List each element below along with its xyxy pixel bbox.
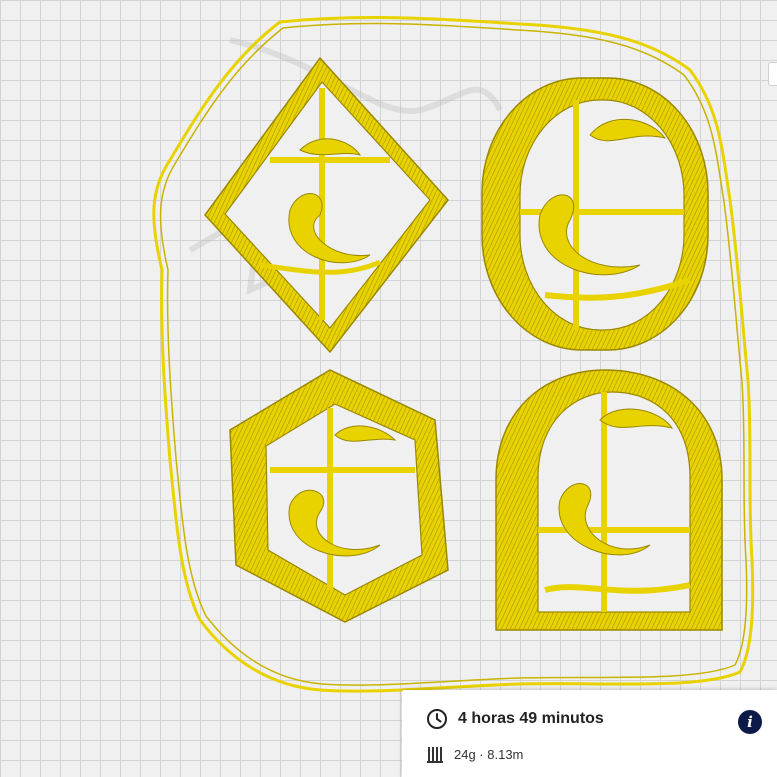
print-preview-scene <box>152 16 755 693</box>
oval-cutter[interactable] <box>481 77 709 351</box>
material-usage: 24g · 8.13m <box>454 746 524 762</box>
arch-cutter[interactable] <box>495 369 723 631</box>
hexagon-cutter[interactable] <box>229 369 449 623</box>
material-row: 24g · 8.13m <box>426 744 523 764</box>
filament-icon <box>427 747 443 763</box>
print-time-row: 4 horas 49 minutos <box>426 708 604 730</box>
info-icon[interactable]: i <box>738 710 762 734</box>
side-panel-tab[interactable] <box>768 62 777 86</box>
diamond-cutter[interactable] <box>204 56 449 354</box>
clock-icon <box>427 709 447 729</box>
print-time: 4 horas 49 minutos <box>458 710 604 727</box>
print-info-panel: 4 horas 49 minutos 24g · 8.13m i <box>402 690 777 777</box>
build-plate-viewport[interactable] <box>0 0 777 777</box>
